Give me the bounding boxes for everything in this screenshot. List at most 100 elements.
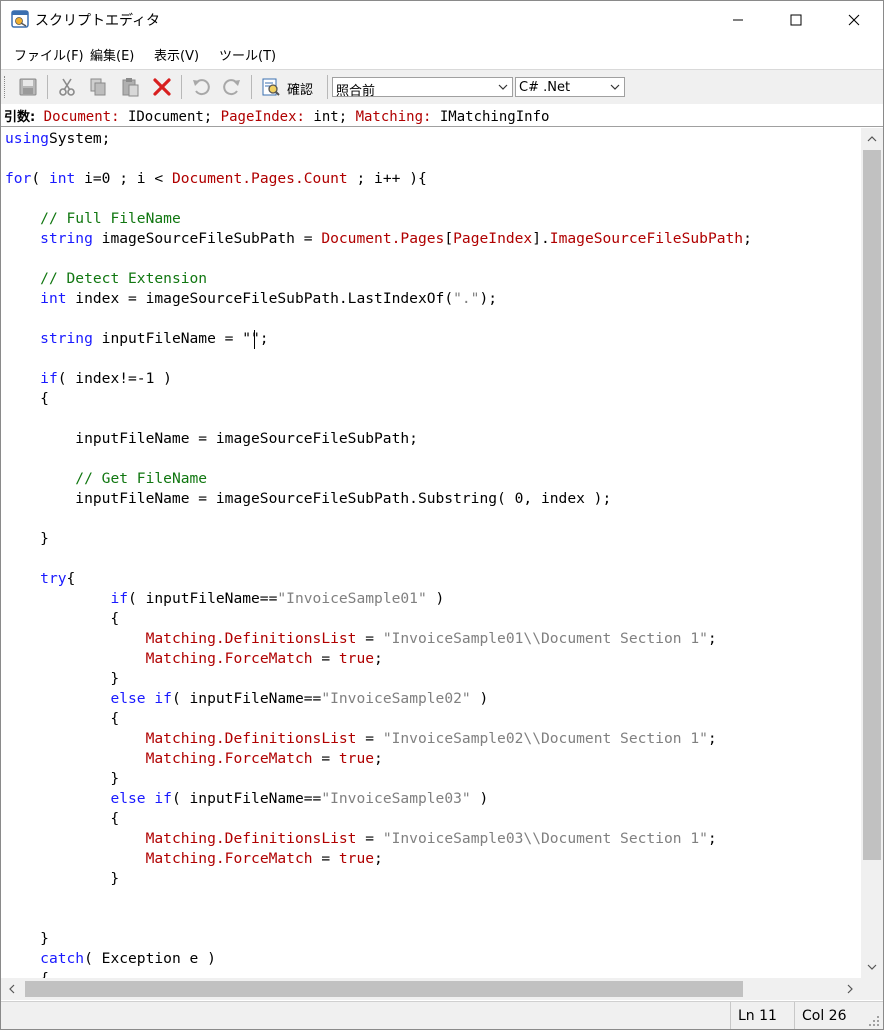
code-line[interactable]: catch( Exception e ) xyxy=(5,949,216,969)
code-line[interactable]: { xyxy=(5,709,119,729)
undo-button[interactable] xyxy=(189,75,213,99)
code-line[interactable]: // Get FileName xyxy=(5,469,207,489)
menu-edit[interactable]: 編集(E) xyxy=(90,45,134,64)
code-token: ( Exception e ) xyxy=(84,950,216,967)
title-bar[interactable]: スクリプトエディタ xyxy=(1,1,883,39)
window-title: スクリプトエディタ xyxy=(35,13,161,29)
code-token: using xyxy=(5,130,49,147)
arg-type: int; xyxy=(313,109,348,125)
confirm-button[interactable] xyxy=(259,75,283,99)
code-line[interactable]: Matching.ForceMatch = true; xyxy=(5,649,383,669)
code-line[interactable]: // Detect Extension xyxy=(5,269,207,289)
code-line[interactable]: inputFileName = imageSourceFileSubPath.S… xyxy=(5,489,611,509)
code-token: ; xyxy=(374,750,383,767)
language-select[interactable]: C# .Net xyxy=(515,77,625,97)
code-line[interactable]: { xyxy=(5,389,49,409)
code-line[interactable]: if( inputFileName=="InvoiceSample01" ) xyxy=(5,589,444,609)
toolbar-separator xyxy=(47,75,48,99)
code-line[interactable]: Matching.DefinitionsList = "InvoiceSampl… xyxy=(5,829,717,849)
horizontal-scrollbar-thumb[interactable] xyxy=(25,981,743,997)
code-token: ImageSourceFileSubPath xyxy=(549,230,744,247)
code-line[interactable]: } xyxy=(5,929,49,949)
code-line[interactable]: } xyxy=(5,669,119,689)
redo-button[interactable] xyxy=(220,75,244,99)
code-token: inputFileName = ""; xyxy=(92,330,269,347)
code-line[interactable]: { xyxy=(5,809,119,829)
maximize-button[interactable] xyxy=(773,1,819,39)
vertical-scrollbar[interactable] xyxy=(861,128,883,978)
toolbar-grip[interactable] xyxy=(4,76,7,98)
scrollbar-corner xyxy=(861,978,883,1000)
status-line: Ln 11 xyxy=(738,1008,777,1024)
code-line[interactable]: { xyxy=(5,609,119,629)
cut-button[interactable] xyxy=(55,75,79,99)
code-line[interactable]: string inputFileName = ""; xyxy=(5,329,269,349)
menu-tools[interactable]: ツール(T) xyxy=(219,45,276,64)
chevron-left-icon[interactable] xyxy=(7,983,17,995)
toolbar-separator xyxy=(181,75,182,99)
code-line[interactable]: } xyxy=(5,769,119,789)
save-button[interactable] xyxy=(16,75,40,99)
minimize-button[interactable] xyxy=(715,1,761,39)
confirm-label[interactable]: 確認 xyxy=(287,79,313,98)
arg-name: PageIndex: xyxy=(220,109,305,125)
code-line[interactable]: Matching.DefinitionsList = "InvoiceSampl… xyxy=(5,629,717,649)
undo-icon xyxy=(193,79,210,96)
code-line[interactable]: string imageSourceFileSubPath = Document… xyxy=(5,229,752,249)
code-line[interactable]: } xyxy=(5,529,49,549)
code-token: string xyxy=(40,330,93,347)
status-divider xyxy=(730,1002,731,1029)
code-token: for xyxy=(5,170,32,187)
code-token: } xyxy=(5,770,120,787)
code-line[interactable]: for( int i=0 ; i < Document.Pages.Count … xyxy=(5,169,427,189)
chevron-down-icon[interactable] xyxy=(866,962,878,972)
mode-select-value: 照合前 xyxy=(336,84,376,99)
copy-button[interactable] xyxy=(86,75,110,99)
mode-select[interactable]: 照合前 xyxy=(332,77,513,99)
code-line[interactable]: usingSystem; xyxy=(5,129,110,149)
chevron-right-icon[interactable] xyxy=(845,983,855,995)
code-line[interactable]: else if( inputFileName=="InvoiceSample03… xyxy=(5,789,488,809)
resize-grip-icon[interactable] xyxy=(867,1014,881,1028)
vertical-scrollbar-thumb[interactable] xyxy=(863,150,881,860)
code-token: Document.Pages.Count xyxy=(171,170,348,187)
chevron-up-icon[interactable] xyxy=(866,134,878,144)
code-token: // Full FileName xyxy=(40,210,181,227)
code-line[interactable]: Matching.ForceMatch = true; xyxy=(5,849,383,869)
code-line[interactable]: Matching.DefinitionsList = "InvoiceSampl… xyxy=(5,729,717,749)
arg-name: Document: xyxy=(43,109,120,125)
status-column: Col 26 xyxy=(802,1008,847,1024)
paste-button[interactable] xyxy=(118,75,142,99)
code-line[interactable]: // Full FileName xyxy=(5,209,181,229)
redo-icon xyxy=(223,79,240,96)
arguments-bar: 引数: Document: IDocument; PageIndex: int;… xyxy=(1,104,883,127)
delete-button[interactable] xyxy=(150,75,174,99)
code-line[interactable]: int index = imageSourceFileSubPath.LastI… xyxy=(5,289,497,309)
code-line[interactable]: else if( inputFileName=="InvoiceSample02… xyxy=(5,689,488,709)
code-token: imageSourceFileSubPath = xyxy=(92,230,322,247)
code-line[interactable]: inputFileName = imageSourceFileSubPath; xyxy=(5,429,418,449)
code-line[interactable]: if( index!=-1 ) xyxy=(5,369,172,389)
close-button[interactable] xyxy=(831,1,877,39)
code-line[interactable]: { xyxy=(5,969,49,978)
code-editor[interactable]: usingSystem; for( int i=0 ; i < Document.… xyxy=(1,128,861,978)
code-token: int xyxy=(40,290,67,307)
code-token: "InvoiceSample03" xyxy=(321,790,471,807)
code-line[interactable]: try{ xyxy=(5,569,75,589)
status-divider xyxy=(794,1002,795,1029)
arg-type: IMatchingInfo xyxy=(439,109,550,125)
code-token: Matching.DefinitionsList xyxy=(145,630,357,647)
code-token: ; i++ ){ xyxy=(347,170,427,187)
code-line[interactable]: } xyxy=(5,869,119,889)
menu-file[interactable]: ファイル(F) xyxy=(14,45,84,64)
horizontal-scrollbar[interactable] xyxy=(1,978,861,1000)
code-token: PageIndex xyxy=(453,230,533,247)
menu-view[interactable]: 表示(V) xyxy=(154,45,199,64)
code-line[interactable]: Matching.ForceMatch = true; xyxy=(5,749,383,769)
